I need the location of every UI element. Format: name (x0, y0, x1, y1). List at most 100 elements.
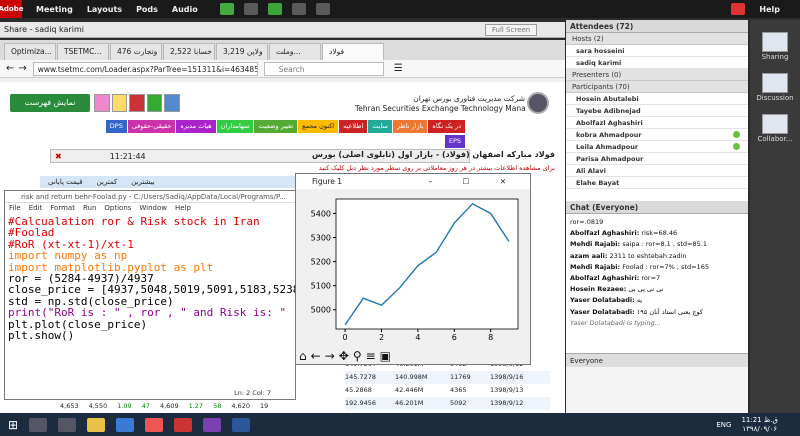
attendee-row[interactable]: Elahe Bayat (566, 177, 748, 189)
home-icon[interactable]: ⌂ (299, 349, 307, 363)
nav-item[interactable]: تغییر وضعیت (254, 120, 298, 133)
menu-run[interactable]: Run (83, 203, 96, 214)
menu-help[interactable]: Help (759, 5, 780, 14)
browser-tab[interactable]: ولاپن 3,219 (216, 43, 268, 60)
configure-icon[interactable]: ≡ (366, 349, 376, 363)
forward-icon[interactable]: → (18, 63, 26, 74)
menu-format[interactable]: Format (50, 203, 75, 214)
layout-label[interactable]: Discussion (750, 94, 800, 102)
menu-edit[interactable]: Edit (29, 203, 43, 214)
webcam-icon[interactable] (291, 3, 306, 15)
python-icon[interactable] (116, 417, 135, 432)
menu-meeting[interactable]: Meeting (36, 5, 73, 14)
table-row[interactable]: 192.9456 46.201M 5092 1398/9/12 (345, 397, 550, 410)
onenote-icon[interactable] (203, 417, 222, 432)
forward-arrow-icon[interactable]: → (325, 349, 335, 363)
pan-icon[interactable]: ✥ (339, 349, 349, 363)
microphone-icon[interactable] (267, 3, 282, 15)
menu-layouts[interactable]: Layouts (87, 5, 122, 14)
home-icon[interactable] (111, 94, 128, 112)
layout-label[interactable]: Sharing (750, 53, 800, 61)
idle-editor-window[interactable]: risk and return behr-Foolad.py - C:/User… (4, 190, 299, 400)
nav-item[interactable]: اکنون مجمع (298, 120, 339, 133)
search-input[interactable]: Search (263, 61, 384, 76)
fullscreen-button[interactable]: Full Screen (485, 24, 537, 36)
chat-message: Yaser Dolatabadi: کوچ یعنی استاد آنان ۱۹… (570, 307, 703, 316)
menu-help[interactable]: Help (175, 203, 191, 214)
attendee-row[interactable]: kobra Ahmadpour (566, 129, 748, 141)
code-area[interactable]: #Calcualation ror & Risk stock in Iran #F… (5, 214, 299, 342)
grid-icon[interactable] (94, 94, 110, 112)
back-arrow-icon[interactable]: ← (311, 349, 321, 363)
task-view-icon[interactable] (58, 417, 77, 432)
nav-item[interactable]: سهامداران (216, 120, 254, 133)
browser-tab[interactable]: Optimiza... (4, 43, 56, 60)
browser-tab[interactable]: TSETMC... (57, 43, 109, 60)
collaboration-layout-icon[interactable] (762, 114, 788, 134)
menu-options[interactable]: Options (104, 203, 131, 214)
file-explorer-icon[interactable] (87, 417, 106, 432)
raise-hand-icon[interactable] (219, 3, 234, 15)
chat-target-select[interactable]: Everyone (566, 353, 748, 367)
zoom-icon[interactable]: ⚲ (353, 349, 362, 363)
search-icon[interactable] (146, 94, 163, 112)
nav-item[interactable]: DPS (105, 120, 127, 133)
menu-pods[interactable]: Pods (136, 5, 158, 14)
firefox-icon[interactable] (145, 417, 164, 432)
nav-item[interactable]: سایت (368, 120, 392, 133)
attendee-row[interactable]: sadiq karimi (566, 57, 748, 69)
layout-label[interactable]: Collabor... (750, 135, 800, 143)
attendee-row[interactable]: Parisa Ahmadpour (566, 153, 748, 165)
page-nav: در یک نگاه بازار ناظر سایت اطلاعیه اکنون… (85, 120, 465, 148)
attendee-row[interactable]: Hosein Abutalebi (566, 93, 748, 105)
address-bar[interactable]: www.tsetmc.com/Loader.aspx?ParTree=15131… (32, 61, 258, 76)
attendee-row[interactable]: sara hosseini (566, 45, 748, 57)
menu-file[interactable]: File (9, 203, 21, 214)
language-indicator[interactable]: ENG (716, 421, 731, 429)
nav-item[interactable]: بازار ناظر (392, 120, 428, 133)
attendee-row[interactable]: Abolfazl Aghashiri (566, 117, 748, 129)
clock[interactable]: 11:21 ق.ظ ۱۳۹۸/۰۹/۰۶ (741, 416, 778, 434)
back-icon[interactable]: ← (6, 63, 14, 74)
window-controls-icon[interactable]: – ☐ ✕ (428, 174, 520, 189)
record-icon[interactable] (731, 3, 746, 15)
close-icon[interactable]: ✖ (55, 152, 62, 161)
table-icon[interactable] (164, 94, 180, 112)
matplotlib-figure-window[interactable]: Figure 1 – ☐ ✕ 5000 5100 5200 5300 5400 0 2 4 6 8… (295, 173, 531, 365)
browser-tab[interactable]: وتجارت 476 (110, 43, 162, 60)
save-icon[interactable]: ▣ (380, 349, 391, 363)
attendee-row[interactable]: Leila Ahmadpour (566, 141, 748, 153)
windows-taskbar: ⊞ ENG 11:21 ق.ظ ۱۳۹۸/۰۹/۰۶ (0, 413, 800, 436)
nav-item[interactable]: در یک نگاه (428, 120, 465, 133)
show-list-button[interactable]: نمایش فهرست (10, 94, 90, 112)
chart-icon[interactable] (129, 94, 145, 112)
search-icon[interactable] (29, 417, 48, 432)
discussion-layout-icon[interactable] (762, 73, 788, 93)
menu-audio[interactable]: Audio (172, 5, 198, 14)
nav-item[interactable]: حقیقی-حقوقی (127, 120, 176, 133)
adobe-connect-icon[interactable] (174, 417, 193, 432)
menu-icon[interactable]: ☰ (394, 63, 403, 74)
table-row-left[interactable]: 4,653 4,550 1.09 47 4,609 1.27 58 4,620 19 (60, 400, 340, 412)
table-row[interactable]: 145.7278 140.998M 11769 1398/9/16 (345, 371, 550, 384)
attendee-row[interactable]: Ali Alavi (566, 165, 748, 177)
nav-item[interactable]: اطلاعیه (339, 120, 368, 133)
start-icon[interactable]: ⊞ (8, 418, 18, 432)
participants-group[interactable]: Participants (70) (566, 81, 748, 93)
speaker-icon[interactable] (243, 3, 258, 15)
editor-title: risk and return behr-Foolad.py - C:/User… (5, 191, 295, 203)
sharing-layout-icon[interactable] (762, 32, 788, 52)
y-tick-label: 5400 (311, 209, 331, 218)
attendee-row[interactable]: Tayebe Adibnejad (566, 105, 748, 117)
hosts-group[interactable]: Hosts (2) (566, 33, 748, 45)
browser-tab[interactable]: وملت... (269, 43, 321, 60)
status-icon[interactable] (315, 3, 330, 15)
nav-item[interactable]: EPS (444, 134, 465, 148)
table-row[interactable]: 45.2868 42.446M 4365 1398/9/13 (345, 384, 550, 397)
browser-tab[interactable]: خسابا 2,522 (163, 43, 215, 60)
presenters-group[interactable]: Presenters (0) (566, 69, 748, 81)
menu-window[interactable]: Window (139, 203, 167, 214)
word-icon[interactable] (232, 417, 251, 432)
browser-tab-active[interactable]: فولاد (322, 43, 384, 60)
nav-item[interactable]: هیات مدیره (176, 120, 216, 133)
